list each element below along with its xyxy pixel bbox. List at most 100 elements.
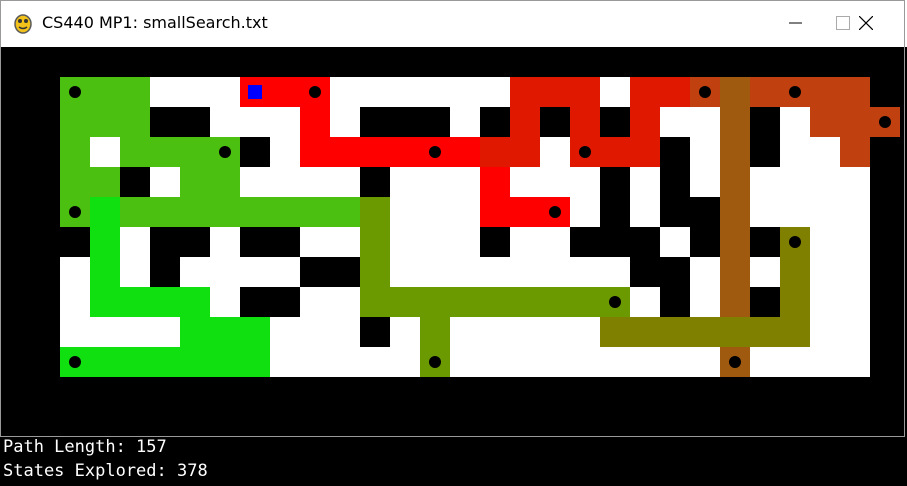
path-cell — [180, 197, 210, 227]
maze-floor-cell — [480, 257, 510, 287]
maze-floor-cell — [840, 257, 870, 287]
agent-marker — [248, 85, 262, 99]
path-cell — [750, 317, 780, 347]
maze-floor-cell — [210, 257, 240, 287]
path-cell — [90, 257, 120, 287]
maze-floor-cell — [570, 167, 600, 197]
path-cell — [720, 197, 750, 227]
goal-dot — [789, 236, 801, 248]
maze-floor-cell — [300, 347, 330, 377]
path-cell — [120, 77, 150, 107]
path-cell — [720, 167, 750, 197]
path-cell — [180, 287, 210, 317]
maze-floor-cell — [690, 257, 720, 287]
maze-floor-cell — [600, 347, 630, 377]
path-cell — [810, 77, 840, 107]
path-cell — [300, 197, 330, 227]
maze-floor-cell — [420, 257, 450, 287]
maze-floor-cell — [570, 257, 600, 287]
path-cell — [480, 197, 510, 227]
maze-floor-cell — [450, 227, 480, 257]
maze-floor-cell — [780, 197, 810, 227]
maze-floor-cell — [450, 347, 480, 377]
goal-dot — [699, 86, 711, 98]
maze-floor-cell — [540, 227, 570, 257]
path-cell — [510, 77, 540, 107]
maze-floor-cell — [330, 347, 360, 377]
maze-floor-cell — [450, 257, 480, 287]
path-cell — [90, 77, 120, 107]
path-cell — [420, 287, 450, 317]
path-cell — [330, 137, 360, 167]
path-cell — [180, 347, 210, 377]
maze-floor-cell — [450, 77, 480, 107]
maze-floor-cell — [120, 257, 150, 287]
path-cell — [300, 107, 330, 137]
close-button[interactable] — [843, 0, 889, 47]
window-title: CS440 MP1: smallSearch.txt — [42, 13, 268, 32]
path-cell — [540, 287, 570, 317]
maze-floor-cell — [810, 167, 840, 197]
maze-floor-cell — [300, 167, 330, 197]
maze-floor-cell — [390, 77, 420, 107]
maze-floor-cell — [390, 197, 420, 227]
maze-floor-cell — [690, 287, 720, 317]
maze-floor-cell — [840, 347, 870, 377]
goal-dot — [549, 206, 561, 218]
maze-floor-cell — [90, 137, 120, 167]
maze-floor-cell — [660, 227, 690, 257]
maze-floor-cell — [330, 317, 360, 347]
path-cell — [270, 77, 300, 107]
maze-floor-cell — [840, 227, 870, 257]
goal-dot — [69, 356, 81, 368]
title-bar[interactable]: CS440 MP1: smallSearch.txt — [0, 0, 907, 47]
path-cell — [90, 287, 120, 317]
maze-floor-cell — [150, 77, 180, 107]
path-cell — [660, 77, 690, 107]
path-cell — [180, 137, 210, 167]
path-cell — [60, 167, 90, 197]
maze-floor-cell — [450, 317, 480, 347]
path-cell — [690, 317, 720, 347]
maze-floor-cell — [480, 347, 510, 377]
maze-floor-cell — [300, 227, 330, 257]
maze-floor-cell — [810, 197, 840, 227]
goal-dot — [879, 116, 891, 128]
maze-floor-cell — [780, 107, 810, 137]
maze-floor-cell — [150, 167, 180, 197]
maze-floor-cell — [840, 197, 870, 227]
path-cell — [90, 347, 120, 377]
maze-floor-cell — [330, 107, 360, 137]
path-cell — [840, 77, 870, 107]
maze-floor-cell — [840, 317, 870, 347]
maze-floor-cell — [510, 167, 540, 197]
path-cell — [810, 107, 840, 137]
minimize-button[interactable] — [773, 0, 819, 47]
path-cell — [270, 197, 300, 227]
maze-floor-cell — [810, 317, 840, 347]
maze-floor-cell — [540, 257, 570, 287]
path-cell — [240, 347, 270, 377]
path-cell — [150, 287, 180, 317]
maze-floor-cell — [600, 257, 630, 287]
goal-dot — [219, 146, 231, 158]
path-cell — [360, 137, 390, 167]
path-cell — [660, 317, 690, 347]
maze-floor-cell — [750, 197, 780, 227]
maze-floor-cell — [60, 317, 90, 347]
path-cell — [120, 197, 150, 227]
goal-dot — [579, 146, 591, 158]
maze-floor-cell — [690, 167, 720, 197]
path-cell — [510, 197, 540, 227]
maze-floor-cell — [690, 137, 720, 167]
path-cell — [210, 167, 240, 197]
maze-floor-cell — [150, 317, 180, 347]
maze-floor-cell — [390, 347, 420, 377]
path-cell — [150, 137, 180, 167]
maze-floor-cell — [120, 317, 150, 347]
path-cell — [180, 167, 210, 197]
path-cell — [480, 167, 510, 197]
maze-floor-cell — [270, 257, 300, 287]
maze-floor-cell — [180, 257, 210, 287]
maze-floor-cell — [690, 107, 720, 137]
